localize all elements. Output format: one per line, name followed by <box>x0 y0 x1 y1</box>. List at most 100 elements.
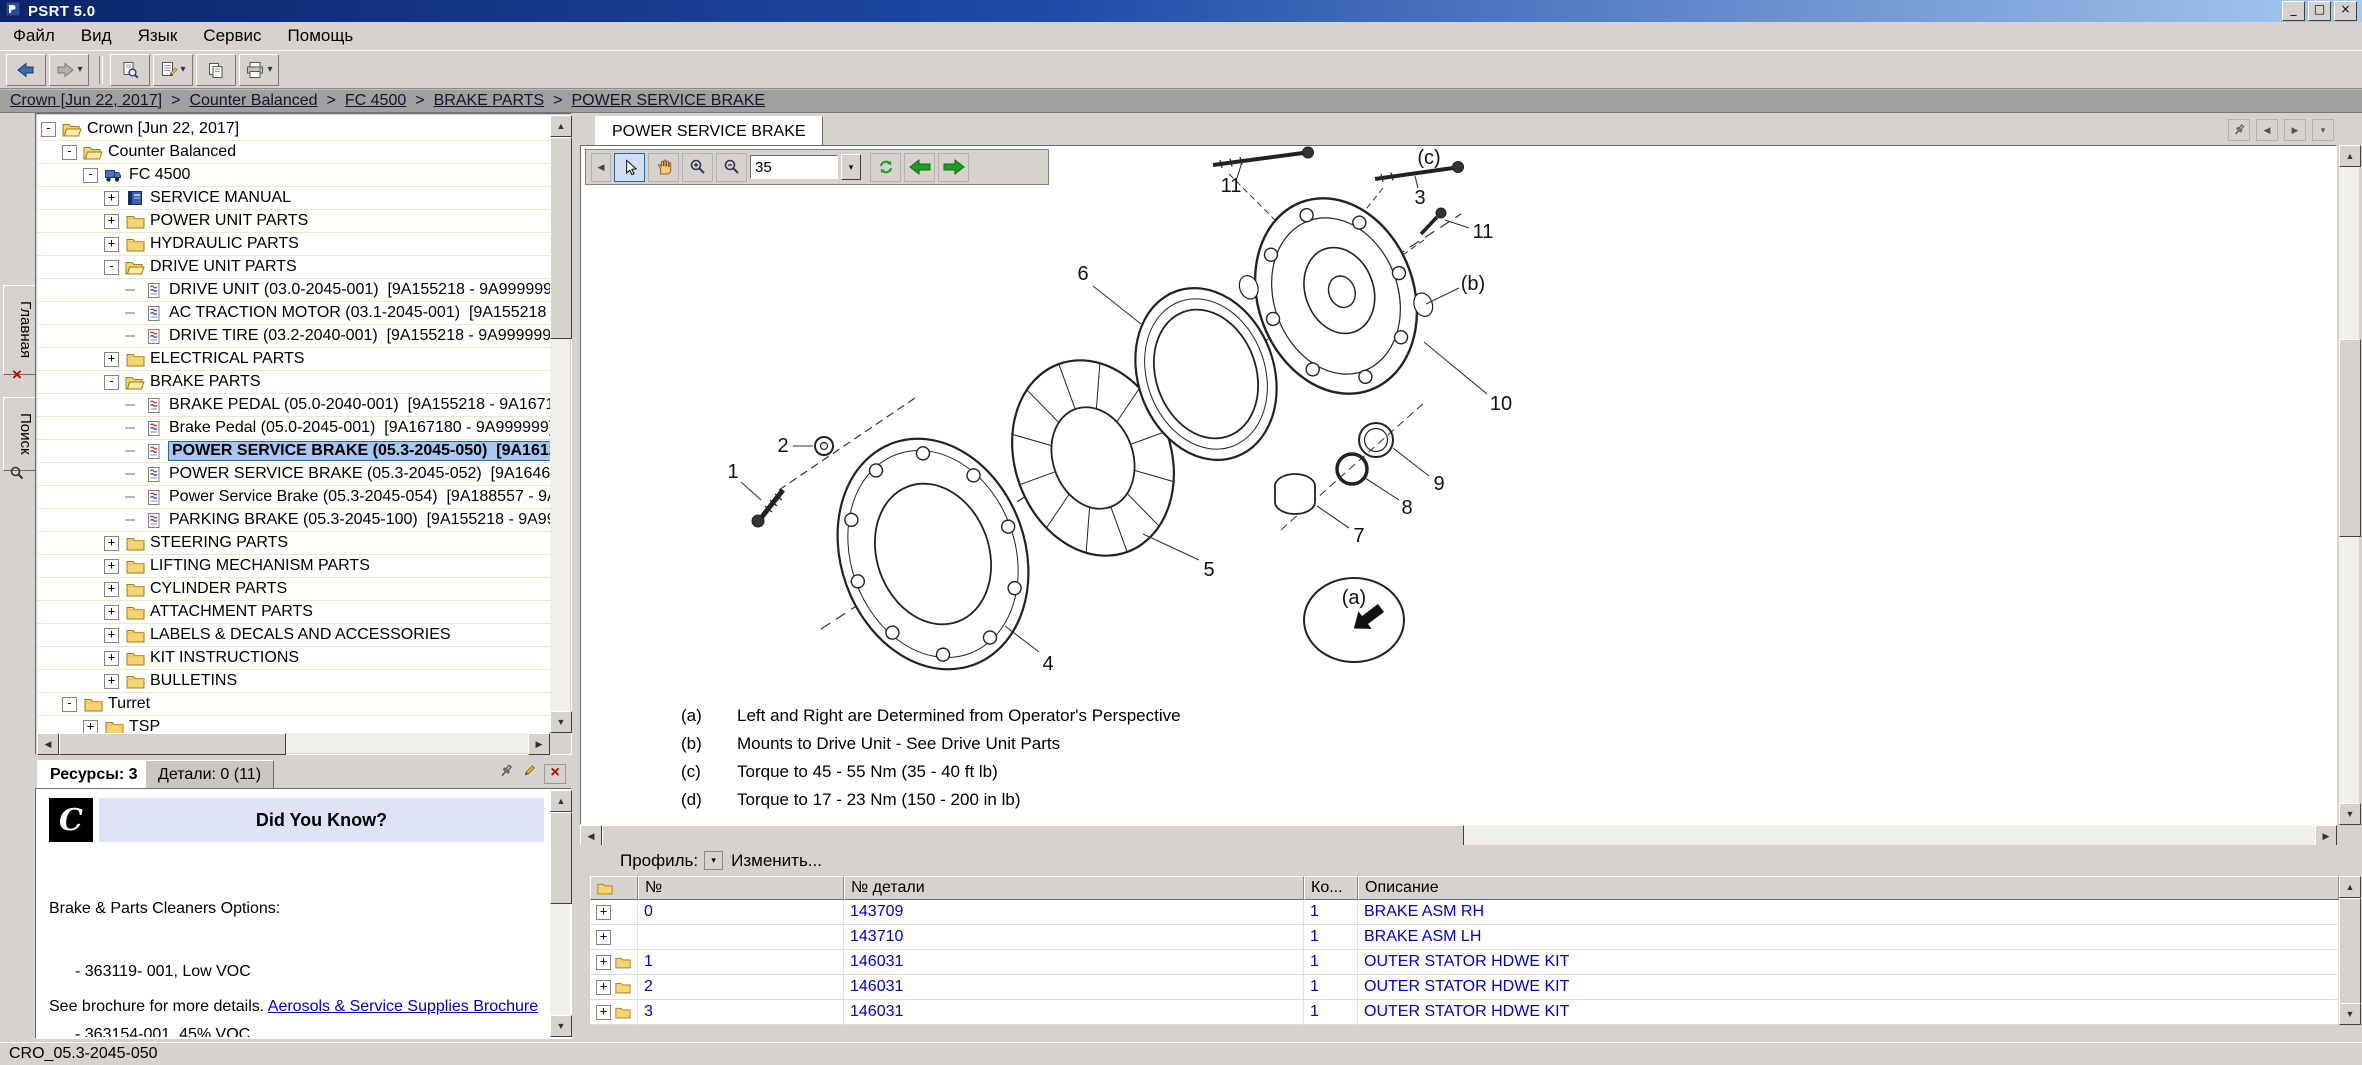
breadcrumb-link[interactable]: BRAKE PARTS <box>434 92 545 110</box>
search-button[interactable] <box>5 461 29 485</box>
part-number-cell[interactable]: 143709 <box>844 900 1304 925</box>
scrollbar-thumb[interactable] <box>602 825 1464 847</box>
close-button[interactable]: × <box>2334 1 2357 21</box>
edit-icon[interactable] <box>521 763 537 784</box>
breadcrumb-link[interactable]: Counter Balanced <box>189 92 317 110</box>
back-button[interactable] <box>6 54 46 86</box>
pan-tool-button[interactable] <box>648 153 679 182</box>
pin-button[interactable] <box>2228 119 2250 141</box>
tree-expander[interactable]: + <box>104 559 119 574</box>
tree-expander[interactable]: - <box>62 697 77 712</box>
item-number-cell[interactable]: 3 <box>638 1000 844 1025</box>
zoom-in-button[interactable] <box>682 153 713 182</box>
breadcrumb-link[interactable]: POWER SERVICE BRAKE <box>572 92 766 110</box>
tree-expander[interactable]: - <box>104 260 119 275</box>
row-expander[interactable]: + <box>596 1005 611 1020</box>
tree-item[interactable]: +ATTACHMENT PARTS <box>37 601 550 624</box>
tab-details[interactable]: Детали: 0 (11) <box>145 760 274 790</box>
tree-item[interactable]: DRIVE TIRE (03.2-2040-001) [9A155218 - 9… <box>37 325 550 348</box>
tree-expander[interactable]: + <box>104 605 119 620</box>
tree-item[interactable]: +BULLETINS <box>37 670 550 693</box>
item-number-cell[interactable]: 1 <box>638 950 844 975</box>
tree-vertical-scrollbar[interactable]: ▲ ▼ <box>550 115 570 733</box>
scroll-down-button[interactable]: ▼ <box>550 1015 572 1037</box>
quantity-cell[interactable]: 1 <box>1304 1000 1358 1025</box>
tree-item[interactable]: DRIVE UNIT (03.0-2045-001) [9A155218 - 9… <box>37 279 550 302</box>
maximize-button[interactable]: □ <box>2308 1 2331 21</box>
sidebar-tab-home[interactable]: Главная <box>3 285 38 375</box>
tree-expander[interactable]: + <box>104 191 119 206</box>
tree-item[interactable]: PARKING BRAKE (05.3-2045-100) [9A155218 … <box>37 509 550 532</box>
tab-resources[interactable]: Ресурсы: 3 <box>37 760 151 790</box>
scroll-up-button[interactable]: ▲ <box>2339 145 2361 167</box>
tree-expander[interactable]: - <box>41 122 56 137</box>
tree-item[interactable]: POWER SERVICE BRAKE (05.3-2045-052) [9A1… <box>37 463 550 486</box>
tree-item[interactable]: +TSP <box>37 716 550 733</box>
item-number-cell[interactable] <box>638 925 844 950</box>
tree-item[interactable]: Brake Pedal (05.0-2045-001) [9A167180 - … <box>37 417 550 440</box>
row-expander[interactable]: + <box>596 955 611 970</box>
table-row[interactable]: +11460311OUTER STATOR HDWE KIT <box>590 950 2339 975</box>
tree-item[interactable]: -FC 4500 <box>37 164 550 187</box>
scrollbar-thumb[interactable] <box>550 137 572 339</box>
quantity-cell[interactable]: 1 <box>1304 925 1358 950</box>
part-number-cell[interactable]: 146031 <box>844 975 1304 1000</box>
tab-power-service-brake[interactable]: POWER SERVICE BRAKE <box>595 116 823 146</box>
scroll-right-button[interactable]: ▶ <box>2315 825 2337 847</box>
tree-item[interactable]: +POWER UNIT PARTS <box>37 210 550 233</box>
close-panel-button[interactable]: × <box>5 363 29 387</box>
pin-icon[interactable] <box>498 763 514 784</box>
tree-expander[interactable]: + <box>83 720 98 734</box>
header-description[interactable]: Описание <box>1358 876 2339 900</box>
tree-horizontal-scrollbar[interactable]: ◀ ▶ <box>37 733 550 753</box>
forward-button[interactable]: ▾ <box>49 54 89 86</box>
profile-change-link[interactable]: Изменить... <box>731 851 822 871</box>
menu-view[interactable]: Вид <box>68 22 125 50</box>
quantity-cell[interactable]: 1 <box>1304 900 1358 925</box>
breadcrumb-link[interactable]: Crown [Jun 22, 2017] <box>10 92 162 110</box>
previous-sheet-button[interactable] <box>904 153 935 182</box>
profile-dropdown-button[interactable]: ▾ <box>704 851 723 870</box>
diagram-vertical-scrollbar[interactable]: ▲ ▼ <box>2339 145 2359 825</box>
tree-expander[interactable]: - <box>62 145 77 160</box>
tree-item[interactable]: -Counter Balanced <box>37 141 550 164</box>
scroll-up-button[interactable]: ▲ <box>2339 876 2361 898</box>
description-cell[interactable]: OUTER STATOR HDWE KIT <box>1358 1000 2339 1025</box>
table-vertical-scrollbar[interactable]: ▲ ▼ <box>2339 876 2359 1025</box>
tree-item[interactable]: -BRAKE PARTS <box>37 371 550 394</box>
scroll-up-button[interactable]: ▲ <box>550 790 572 812</box>
resource-vertical-scrollbar[interactable]: ▲ ▼ <box>550 790 570 1037</box>
tree-item[interactable]: BRAKE PEDAL (05.0-2040-001) [9A155218 - … <box>37 394 550 417</box>
report-button[interactable]: ▾ <box>153 54 193 86</box>
diagram-viewport[interactable]: 1 2 3 4 5 6 7 8 9 10 11 11 (a) (b) (c) ◀… <box>580 145 2337 825</box>
menu-file[interactable]: Файл <box>0 22 68 50</box>
scroll-left-button[interactable]: ◀ <box>37 733 59 755</box>
tree-expander[interactable]: + <box>104 582 119 597</box>
tree-expander[interactable]: - <box>104 375 119 390</box>
print-button[interactable]: ▾ <box>239 54 279 86</box>
description-cell[interactable]: BRAKE ASM RH <box>1358 900 2339 925</box>
description-cell[interactable]: BRAKE ASM LH <box>1358 925 2339 950</box>
collapse-toolbar-button[interactable]: ◀ <box>591 153 611 182</box>
table-row[interactable]: +21460311OUTER STATOR HDWE KIT <box>590 975 2339 1000</box>
tree-item[interactable]: -Crown [Jun 22, 2017] <box>37 118 550 141</box>
tree-item[interactable]: Power Service Brake (05.3-2045-054) [9A1… <box>37 486 550 509</box>
row-expander[interactable]: + <box>596 980 611 995</box>
next-sheet-button[interactable] <box>938 153 969 182</box>
tab-scroll-left-button[interactable]: ◀ <box>2256 119 2278 141</box>
scrollbar-thumb[interactable] <box>59 733 286 755</box>
tree-item[interactable]: +LIFTING MECHANISM PARTS <box>37 555 550 578</box>
tree-expander[interactable]: - <box>83 168 98 183</box>
tree-expander[interactable]: + <box>104 651 119 666</box>
menu-language[interactable]: Язык <box>125 22 191 50</box>
tab-scroll-right-button[interactable]: ▶ <box>2284 119 2306 141</box>
tree-item[interactable]: +HYDRAULIC PARTS <box>37 233 550 256</box>
zoom-out-button[interactable] <box>716 153 747 182</box>
brochure-link[interactable]: Aerosols & Service Supplies Brochure <box>268 998 538 1015</box>
tree-expander[interactable]: + <box>104 214 119 229</box>
description-cell[interactable]: OUTER STATOR HDWE KIT <box>1358 950 2339 975</box>
tree-item[interactable]: AC TRACTION MOTOR (03.1-2045-001) [9A155… <box>37 302 550 325</box>
tree-expander[interactable]: + <box>104 628 119 643</box>
scroll-down-button[interactable]: ▼ <box>2339 1003 2361 1025</box>
tree-item[interactable]: +ELECTRICAL PARTS <box>37 348 550 371</box>
